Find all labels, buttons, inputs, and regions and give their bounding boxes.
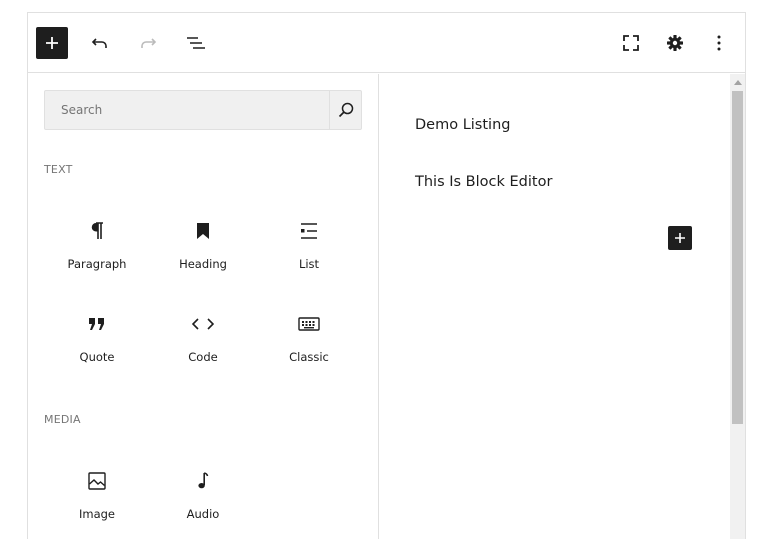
canvas-scrollbar[interactable] [730, 74, 745, 539]
category-title-text: TEXT [44, 163, 73, 176]
editor-toolbar [28, 13, 745, 73]
category-title-media: MEDIA [44, 413, 81, 426]
block-inserter-toggle-button[interactable] [36, 27, 68, 59]
block-item-heading[interactable]: Heading [150, 203, 256, 283]
undo-button[interactable] [84, 27, 116, 59]
more-options-button[interactable] [703, 27, 735, 59]
block-search [44, 90, 362, 130]
block-label: Classic [289, 350, 329, 364]
block-search-input[interactable] [45, 91, 330, 129]
quote-icon [88, 310, 106, 338]
block-item-image[interactable]: Image [44, 453, 150, 533]
block-label: List [298, 257, 320, 271]
redo-button[interactable] [132, 27, 164, 59]
post-title[interactable]: Demo Listing [415, 117, 510, 133]
scroll-up-arrow-icon[interactable] [734, 80, 742, 85]
block-item-code[interactable]: Code [150, 296, 256, 376]
fullscreen-icon [623, 35, 639, 51]
add-block-button[interactable] [668, 226, 692, 250]
block-label: Quote [79, 350, 115, 364]
code-icon [192, 310, 214, 338]
list-view-icon [187, 37, 205, 49]
undo-icon [91, 38, 107, 48]
heading-icon [197, 217, 209, 245]
paragraph-block[interactable]: This Is Block Editor [415, 174, 552, 190]
fullscreen-button[interactable] [615, 27, 647, 59]
block-item-quote[interactable]: Quote [44, 296, 150, 376]
editor-frame: TEXT Paragraph Heading [27, 12, 746, 539]
block-item-list[interactable]: List [256, 203, 362, 283]
scrollbar-thumb[interactable] [732, 91, 743, 424]
list-icon [300, 217, 318, 245]
settings-button[interactable] [659, 27, 691, 59]
image-icon [88, 467, 106, 495]
block-item-audio[interactable]: Audio [150, 453, 256, 533]
paragraph-icon [90, 217, 104, 245]
plus-icon [46, 37, 58, 49]
search-icon [338, 102, 353, 118]
gear-icon [667, 35, 683, 51]
audio-icon [197, 467, 209, 495]
block-label: Paragraph [67, 257, 127, 271]
block-label: Image [78, 507, 116, 521]
list-view-button[interactable] [180, 27, 212, 59]
keyboard-icon [298, 310, 320, 338]
more-vertical-icon [717, 35, 721, 51]
block-label: Audio [186, 507, 220, 521]
block-inserter-panel: TEXT Paragraph Heading [28, 74, 379, 539]
plus-icon [675, 233, 685, 243]
block-item-paragraph[interactable]: Paragraph [44, 203, 150, 283]
redo-icon [141, 38, 157, 48]
block-label: Code [188, 350, 218, 364]
editor-canvas[interactable]: Demo Listing This Is Block Editor [380, 74, 745, 539]
block-item-classic[interactable]: Classic [256, 296, 362, 376]
block-label: Heading [179, 257, 227, 271]
search-button[interactable] [329, 91, 361, 129]
